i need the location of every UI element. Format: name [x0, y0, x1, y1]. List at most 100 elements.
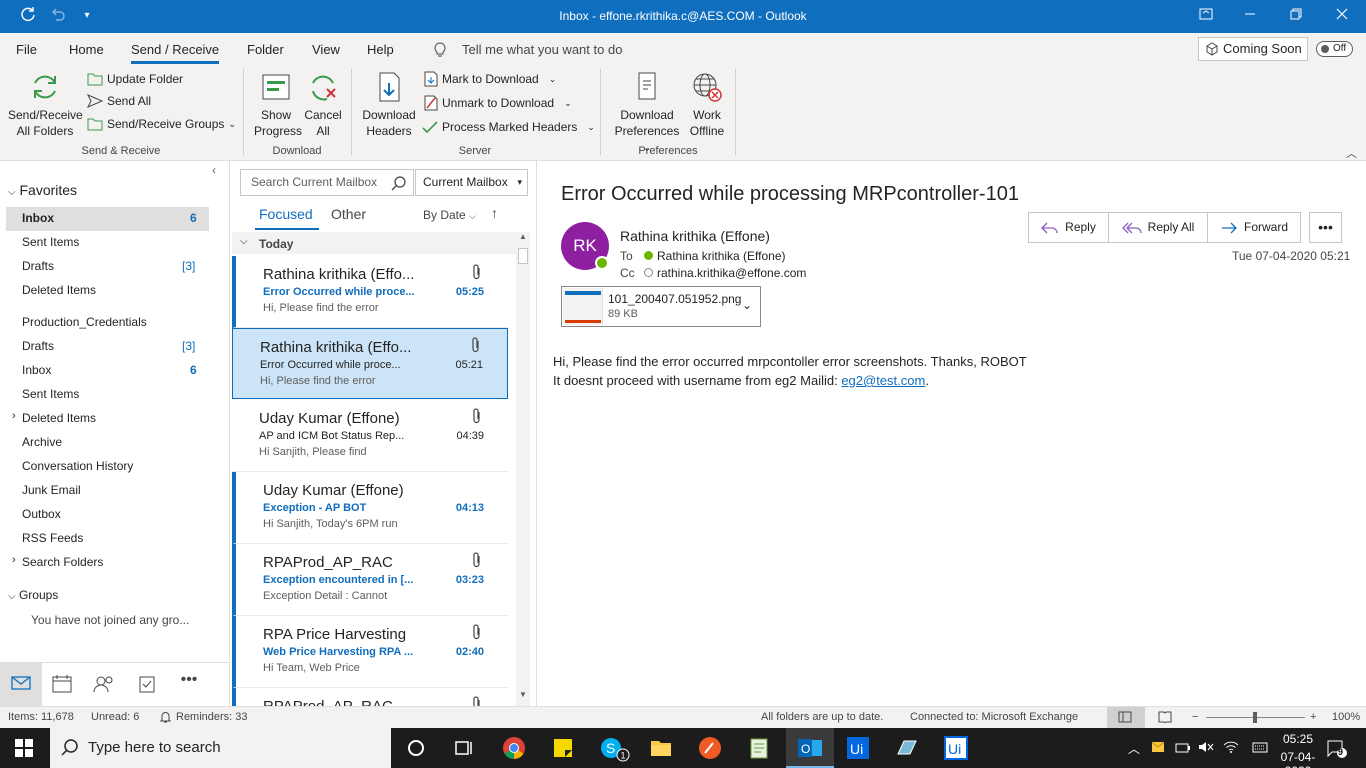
- tab-home[interactable]: Home: [69, 42, 104, 57]
- coming-soon-button[interactable]: Coming Soon: [1198, 37, 1308, 61]
- volume-muted-icon[interactable]: [1198, 741, 1214, 756]
- chevron-up-icon[interactable]: ︿: [1128, 740, 1140, 757]
- skype-icon[interactable]: S1: [600, 736, 630, 762]
- recipient-cc[interactable]: rathina.krithika@effone.com: [657, 266, 806, 280]
- cortana-icon[interactable]: [404, 736, 428, 760]
- folder-fav-sent[interactable]: Sent Items: [22, 235, 79, 249]
- chevron-right-icon[interactable]: ›: [12, 554, 16, 566]
- sort-direction-icon[interactable]: ↑: [491, 205, 498, 221]
- search-icon[interactable]: [391, 175, 407, 191]
- recipient-to[interactable]: Rathina krithika (Effone): [657, 249, 786, 263]
- unmark-to-download-button[interactable]: Unmark to Download ⌄: [424, 93, 572, 113]
- zoom-slider-thumb[interactable]: [1253, 712, 1257, 723]
- message-item[interactable]: RPAProd_AP_RAC: [232, 688, 508, 706]
- group-header-today[interactable]: ⌵ Today: [232, 232, 516, 254]
- update-folder-button[interactable]: Update Folder: [87, 69, 183, 89]
- download-preferences-button[interactable]: Download Preferences ⌄: [612, 71, 682, 156]
- sender-name[interactable]: Rathina krithika (Effone): [620, 228, 770, 244]
- chrome-icon[interactable]: [502, 736, 526, 760]
- folder-rss[interactable]: RSS Feeds: [22, 531, 83, 545]
- tab-help[interactable]: Help: [367, 42, 394, 57]
- scrollbar-thumb[interactable]: [518, 248, 528, 264]
- reply-button[interactable]: Reply: [1028, 212, 1109, 243]
- email-link[interactable]: eg2@test.com: [841, 373, 925, 388]
- folder-sent[interactable]: Sent Items: [22, 387, 79, 401]
- tab-other[interactable]: Other: [331, 206, 366, 222]
- uipath-studio-icon[interactable]: Ui: [846, 736, 870, 760]
- send-all-button[interactable]: Send All: [87, 91, 151, 111]
- coming-soon-toggle[interactable]: Off: [1316, 41, 1353, 57]
- message-item[interactable]: Uday Kumar (Effone) AP and ICM Bot Statu…: [232, 400, 508, 472]
- file-explorer-icon[interactable]: [649, 736, 673, 760]
- mail-notification-icon[interactable]: [1151, 741, 1165, 756]
- generic-app-icon[interactable]: [895, 736, 919, 760]
- message-item[interactable]: RPA Price Harvesting Web Price Harvestin…: [232, 616, 508, 688]
- mark-to-download-button[interactable]: Mark to Download ⌄: [424, 69, 556, 89]
- people-icon[interactable]: [92, 675, 116, 695]
- folder-search-folders[interactable]: Search Folders: [22, 555, 103, 569]
- notepad-icon[interactable]: [747, 736, 771, 760]
- wifi-icon[interactable]: [1223, 741, 1239, 756]
- message-item-selected[interactable]: Rathina krithika (Effo... Error Occurred…: [232, 328, 508, 399]
- tab-view[interactable]: View: [312, 42, 340, 57]
- attachment-card[interactable]: 101_200407.051952.png 89 KB ⌄: [561, 286, 761, 327]
- collapse-pane-icon[interactable]: ‹: [212, 163, 216, 177]
- status-reminders[interactable]: Reminders: 33: [176, 711, 248, 723]
- collapse-ribbon-icon[interactable]: ︿: [1346, 145, 1357, 161]
- mail-icon[interactable]: [9, 675, 33, 695]
- folder-inbox[interactable]: Inbox: [22, 363, 51, 377]
- taskbar-search-input[interactable]: Type here to search: [50, 728, 391, 768]
- work-offline-button[interactable]: Work Offline: [686, 71, 728, 139]
- process-marked-headers-button[interactable]: Process Marked Headers ⌄: [422, 117, 595, 137]
- show-progress-button[interactable]: Show Progress: [254, 71, 302, 139]
- message-item[interactable]: Uday Kumar (Effone) Exception - AP BOT 0…: [232, 472, 508, 544]
- task-view-icon[interactable]: [452, 736, 476, 760]
- scroll-down-icon[interactable]: ▼: [519, 690, 527, 699]
- tasks-icon[interactable]: [135, 675, 159, 695]
- folder-conversation-history[interactable]: Conversation History: [22, 459, 133, 473]
- reply-all-button[interactable]: Reply All: [1108, 212, 1208, 243]
- folder-drafts[interactable]: Drafts: [22, 339, 54, 353]
- tell-me-search[interactable]: Tell me what you want to do: [462, 42, 622, 57]
- postman-icon[interactable]: [698, 736, 722, 760]
- send-receive-groups-button[interactable]: Send/Receive Groups ⌄: [87, 114, 236, 134]
- search-scope-dropdown[interactable]: Current Mailbox ▾: [415, 169, 528, 196]
- chevron-down-icon[interactable]: ⌄: [742, 298, 752, 312]
- sticky-notes-icon[interactable]: [551, 736, 575, 760]
- chevron-right-icon[interactable]: ›: [12, 410, 16, 422]
- zoom-out-button[interactable]: −: [1192, 711, 1198, 723]
- groups-header[interactable]: ⌵ Groups: [8, 588, 58, 602]
- scroll-up-icon[interactable]: ▲: [519, 232, 527, 241]
- forward-button[interactable]: Forward: [1207, 212, 1301, 243]
- folder-fav-drafts[interactable]: Drafts: [22, 259, 54, 273]
- tab-send-receive[interactable]: Send / Receive: [131, 42, 220, 64]
- windows-start-icon[interactable]: [15, 739, 33, 760]
- favorites-header[interactable]: ⌵ Favorites: [8, 182, 77, 198]
- restore-icon[interactable]: [1284, 6, 1308, 26]
- clock-date[interactable]: 07-04-2020: [1272, 750, 1324, 768]
- folder-archive[interactable]: Archive: [22, 435, 62, 449]
- folder-fav-inbox[interactable]: Inbox: [22, 211, 54, 225]
- folder-deleted[interactable]: Deleted Items: [22, 411, 96, 425]
- download-headers-button[interactable]: Download Headers: [360, 71, 418, 139]
- tab-focused[interactable]: Focused: [259, 206, 313, 222]
- message-item[interactable]: Rathina krithika (Effo... Error Occurred…: [232, 256, 508, 328]
- message-list-scrollbar[interactable]: ▲ ▼: [516, 232, 530, 706]
- account-production-credentials[interactable]: Production_Credentials: [22, 315, 147, 329]
- uipath-robot-icon[interactable]: Ui: [944, 736, 968, 760]
- status-connection[interactable]: Connected to: Microsoft Exchange: [910, 711, 1078, 723]
- outlook-icon[interactable]: O: [797, 736, 822, 760]
- send-receive-all-button[interactable]: Send/Receive All Folders: [8, 71, 83, 139]
- minimize-icon[interactable]: [1238, 6, 1262, 26]
- battery-icon[interactable]: [1175, 742, 1191, 756]
- cancel-all-button[interactable]: Cancel All: [303, 71, 343, 139]
- calendar-icon[interactable]: [50, 675, 74, 695]
- folder-fav-deleted[interactable]: Deleted Items: [22, 283, 96, 297]
- close-icon[interactable]: [1330, 6, 1354, 26]
- keyboard-icon[interactable]: [1252, 741, 1268, 756]
- ribbon-display-options-icon[interactable]: [1194, 6, 1218, 26]
- action-center-icon[interactable]: [1326, 739, 1348, 762]
- search-input[interactable]: Search Current Mailbox: [240, 169, 414, 196]
- message-item[interactable]: RPAProd_AP_RAC Exception encountered in …: [232, 544, 508, 616]
- zoom-in-button[interactable]: +: [1310, 711, 1316, 723]
